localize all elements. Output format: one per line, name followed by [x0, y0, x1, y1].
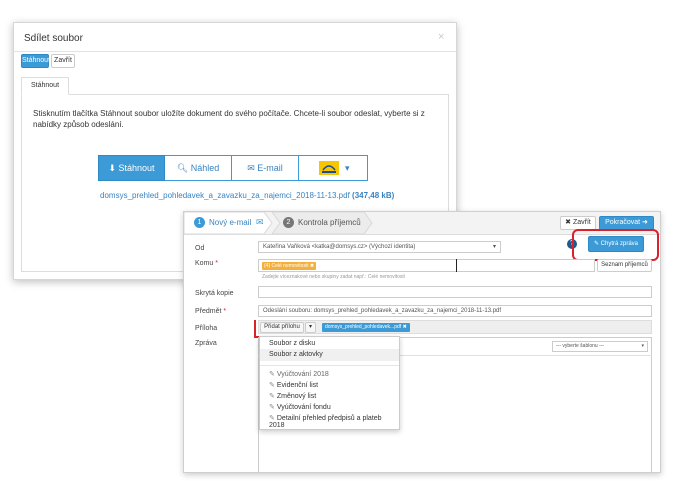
text-cursor: [456, 259, 457, 272]
czech-post-button[interactable]: ▾: [299, 155, 368, 181]
menu-divider: [260, 365, 399, 366]
to-hint: Zadejte víceznakové nebo skupiny zadat n…: [262, 274, 405, 280]
download-toolbar-button[interactable]: Stáhnout: [21, 54, 50, 68]
pencil-icon: ✎: [269, 393, 275, 400]
subject-input[interactable]: Odeslání souboru: domsys_prehled_pohleda…: [258, 305, 652, 317]
close-icon: ✖: [565, 219, 572, 226]
download-button-label: Stáhnout: [118, 163, 155, 173]
continue-button-label: Pokračovat: [605, 219, 641, 226]
step1-label[interactable]: Nový e-mail: [209, 218, 251, 227]
search-icon: 🔍︎: [176, 163, 189, 173]
divider: [14, 51, 456, 52]
close-button-label: Zavřít: [572, 219, 591, 226]
chevron-down-icon[interactable]: ▾: [305, 322, 316, 333]
envelope-icon: ✉: [247, 163, 255, 173]
info-text: Stisknutím tlačítka Stáhnout soubor ulož…: [33, 109, 425, 129]
pencil-icon: ✎: [269, 404, 275, 411]
attachment-dropdown-menu: Soubor z disku Soubor z aktovky ✎ Vyúčtov…: [259, 336, 400, 430]
download-button[interactable]: ⬇ Stáhnout: [98, 155, 165, 181]
czech-post-logo-icon: [319, 161, 339, 175]
subject-label: Předmět *: [195, 308, 227, 315]
arrow-right-icon: ➜: [642, 219, 648, 226]
menu-item-template[interactable]: ✎ Vyúčtování 2018: [269, 370, 329, 378]
recipient-tag[interactable]: (4) Celé nemovitosti ✖: [262, 262, 317, 270]
menu-item-template[interactable]: ✎ Detailní přehled předpisů a plateb 2018: [269, 414, 399, 429]
to-input[interactable]: (4) Celé nemovitosti ✖: [258, 259, 595, 272]
pencil-icon: ✎: [269, 415, 275, 422]
subject-value: Odeslání souboru: domsys_prehled_pohleda…: [263, 308, 502, 314]
bcc-label: Skrytá kopie: [195, 290, 234, 297]
required-mark: *: [215, 260, 218, 267]
template-select[interactable]: --- vyberte šablonu --- ▾: [552, 341, 648, 352]
pencil-icon: ✎: [269, 371, 275, 378]
to-label: Komu *: [195, 260, 218, 267]
attachment-label: Příloha: [195, 325, 218, 332]
menu-item-template[interactable]: ✎ Evidenční list: [269, 381, 318, 389]
file-name: domsys_prehled_pohledavek_a_zavazku_za_n…: [100, 191, 350, 200]
menu-item-file-from-disk[interactable]: Soubor z disku: [269, 340, 315, 347]
chevron-down-icon: ▾: [345, 163, 350, 173]
from-label: Od: [195, 245, 205, 252]
menu-item-template[interactable]: ✎ Změnový list: [269, 392, 316, 400]
attachment-bar: [258, 320, 652, 334]
message-label: Zpráva: [195, 340, 217, 347]
attachment-tag-label: domsys_prehled_pohledavek...pdf: [325, 324, 402, 330]
close-icon[interactable]: ✖: [310, 263, 314, 269]
step1-number: 1: [194, 217, 205, 228]
chevron-down-icon: ▾: [492, 244, 496, 250]
required-mark: *: [223, 308, 227, 315]
attachment-tag[interactable]: domsys_prehled_pohledavek...pdf ✖: [322, 323, 410, 332]
download-icon: ⬇: [108, 163, 116, 173]
file-size: (347,48 kB): [352, 191, 395, 200]
download-button-group: ⬇ Stáhnout 🔍︎ Náhled ✉ E-mail ▾: [98, 155, 368, 181]
close-toolbar-button[interactable]: Zavřít: [51, 54, 75, 68]
envelope-icon: ✉: [256, 217, 264, 227]
email-button-label: E-mail: [257, 163, 283, 173]
add-attachment-button[interactable]: Přidat přílohu: [260, 322, 304, 333]
preview-button-label: Náhled: [190, 163, 220, 173]
close-icon[interactable]: ×: [438, 31, 444, 43]
file-link[interactable]: domsys_prehled_pohledavek_a_zavazku_za_n…: [100, 191, 394, 200]
preview-button[interactable]: 🔍︎ Náhled: [165, 155, 232, 181]
pencil-icon: ✎: [269, 382, 275, 389]
email-dialog: 1 Nový e-mail ✉ 2 Kontrola příjemců ✖ Za…: [183, 211, 661, 473]
dialog-title: Sdílet soubor: [24, 33, 83, 44]
recipient-tag-label: (4) Celé nemovitosti: [264, 263, 309, 269]
menu-item-template[interactable]: ✎ Vyúčtování fondu: [269, 403, 331, 411]
template-select-value: --- vyberte šablonu ---: [556, 343, 605, 349]
email-button[interactable]: ✉ E-mail: [232, 155, 299, 181]
tab-download[interactable]: Stáhnout: [21, 77, 69, 95]
step2-label[interactable]: Kontrola příjemců: [298, 218, 361, 227]
from-select[interactable]: Kateřina Vaňková <katka@domsys.cz> (Vých…: [258, 241, 501, 253]
close-icon[interactable]: ✖: [403, 324, 407, 330]
from-value: Kateřina Vaňková <katka@domsys.cz> (Vých…: [263, 244, 416, 250]
step2-number: 2: [283, 217, 294, 228]
menu-item-file-from-briefcase[interactable]: Soubor z aktovky: [269, 351, 323, 358]
highlight-frame: [572, 229, 659, 261]
close-button[interactable]: ✖ Zavřít: [560, 216, 596, 230]
bcc-input[interactable]: [258, 286, 652, 298]
recipient-list-button[interactable]: Seznam příjemců: [597, 259, 652, 272]
continue-button[interactable]: Pokračovat ➜: [599, 216, 654, 230]
chevron-down-icon: ▾: [641, 343, 644, 349]
